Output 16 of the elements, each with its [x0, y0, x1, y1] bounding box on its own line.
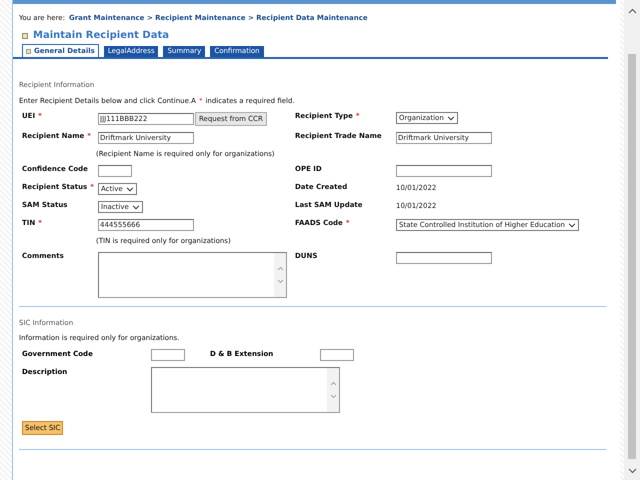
scrollbar-thumb[interactable]	[628, 54, 636, 459]
text-field[interactable]	[151, 349, 185, 361]
scroll-up-icon[interactable]	[628, 8, 636, 14]
chevron-down-icon	[446, 116, 455, 120]
text-field[interactable]	[396, 165, 492, 177]
text-field[interactable]	[320, 349, 354, 361]
scrollbar[interactable]	[624, 0, 640, 480]
chevron-down-icon	[126, 186, 134, 192]
page-icon	[22, 32, 28, 38]
scroll-down-icon[interactable]	[628, 468, 636, 474]
text-field[interactable]	[396, 252, 492, 264]
text-field[interactable]	[98, 165, 132, 177]
chevron-down-icon	[132, 204, 140, 210]
tab-icon	[26, 48, 31, 54]
page-title: Maintain Recipient Data	[33, 29, 169, 42]
chevron-down-icon	[568, 222, 576, 228]
